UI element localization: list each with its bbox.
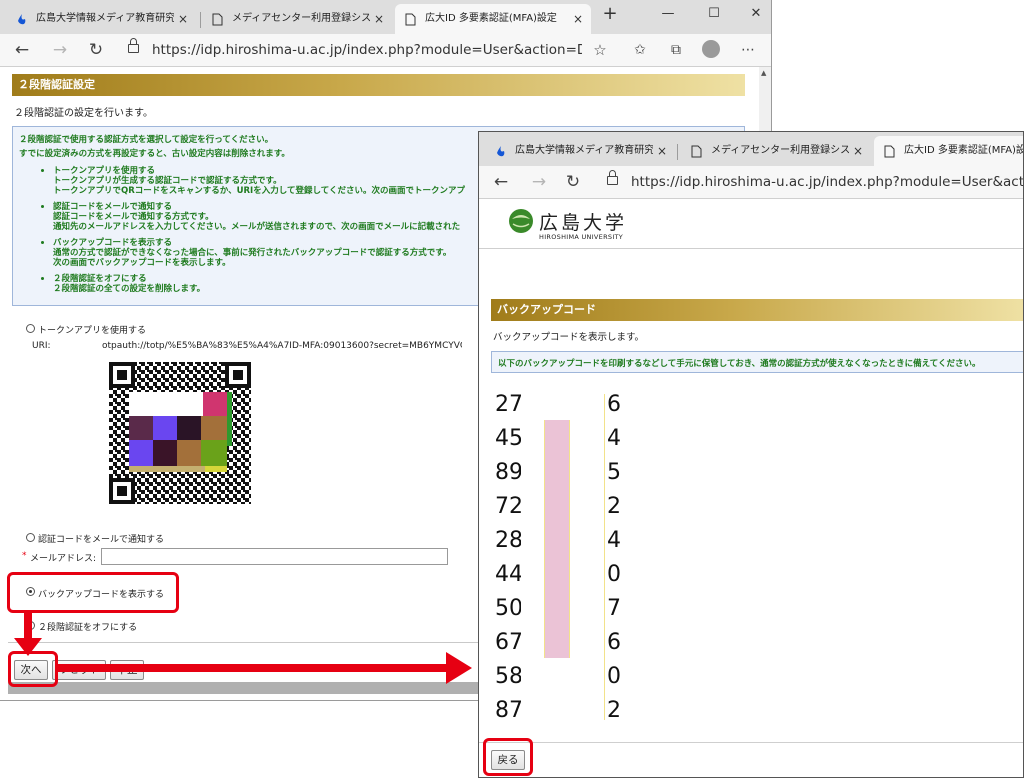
code-end: 0 xyxy=(607,664,621,689)
url-field[interactable]: https://idp.hiroshima-u.ac.jp/index.php?… xyxy=(631,166,1023,198)
arrow-right-icon xyxy=(446,652,472,684)
code-start: 72 xyxy=(495,494,523,519)
back-arrow-icon[interactable]: ← xyxy=(487,166,515,198)
tab-media-center[interactable]: 広島大学情報メディア教育研究セン × xyxy=(485,136,675,166)
notice-text: 以下のバックアップコードを印刷するなどして手元に保管しておき、通常の認証方式が使… xyxy=(498,359,981,369)
tab-bar: 広島大学情報メディア教育研究セン × メディアセンター利用登録システム × 広大… xyxy=(479,132,1023,166)
lock-icon xyxy=(607,170,618,185)
code-end: 2 xyxy=(607,698,621,723)
code-start: 27 xyxy=(495,392,523,417)
site-favicon-icon xyxy=(497,146,505,157)
tab-close-icon[interactable]: × xyxy=(657,136,667,166)
code-end: 4 xyxy=(607,426,621,451)
university-logo-icon xyxy=(509,209,533,233)
arrow-right-shaft xyxy=(58,664,448,672)
page-heading: バックアップコード xyxy=(491,299,1023,321)
notice-box: 以下のバックアップコードを印刷するなどして手元に保管しておき、通常の認証方式が使… xyxy=(491,351,1023,373)
tab-separator xyxy=(677,144,678,160)
arrow-down-shaft xyxy=(24,612,32,640)
code-end: 7 xyxy=(607,596,621,621)
forward-arrow-icon[interactable]: → xyxy=(525,166,553,198)
tab-close-icon[interactable]: × xyxy=(853,136,863,166)
tab-title: メディアセンター利用登録システム xyxy=(711,145,849,156)
code-end: 2 xyxy=(607,494,621,519)
code-start: 67 xyxy=(495,630,523,655)
university-name-en: HIROSHIMA UNIVERSITY xyxy=(539,233,624,241)
tab-registration[interactable]: メディアセンター利用登録システム × xyxy=(681,136,871,166)
code-start: 28 xyxy=(495,528,523,553)
browser-window-backup: 広島大学情報メディア教育研究セン × メディアセンター利用登録システム × 広大… xyxy=(478,131,1024,778)
highlight-frame xyxy=(483,738,533,776)
code-end: 4 xyxy=(607,528,621,553)
page-icon xyxy=(691,145,702,158)
code-start: 50 xyxy=(495,596,523,621)
page-icon xyxy=(884,145,895,158)
address-bar-row: ← → ↻ https://idp.hiroshima-u.ac.jp/inde… xyxy=(479,166,1023,199)
tab-title: 広大ID 多要素認証(MFA)設定 xyxy=(904,145,1024,156)
code-end: 0 xyxy=(607,562,621,587)
code-end: 6 xyxy=(607,392,621,417)
code-start: 87 xyxy=(495,698,523,723)
page-intro: バックアップコードを表示します。 xyxy=(493,332,645,343)
redaction-mask xyxy=(544,420,570,658)
refresh-icon[interactable]: ↻ xyxy=(559,166,587,198)
code-start: 44 xyxy=(495,562,523,587)
code-end: 5 xyxy=(607,460,621,485)
university-name-jp: 広島大学 xyxy=(539,212,628,234)
arrow-down-icon xyxy=(14,638,42,656)
header-divider xyxy=(479,248,1023,249)
footer-divider xyxy=(479,742,1023,743)
redaction-line xyxy=(604,394,605,720)
code-end: 6 xyxy=(607,630,621,655)
code-start: 89 xyxy=(495,460,523,485)
code-start: 58 xyxy=(495,664,523,689)
tab-title: 広島大学情報メディア教育研究セン xyxy=(515,145,653,156)
code-start: 45 xyxy=(495,426,523,451)
tab-mfa-settings[interactable]: 広大ID 多要素認証(MFA)設定 xyxy=(874,136,1024,166)
